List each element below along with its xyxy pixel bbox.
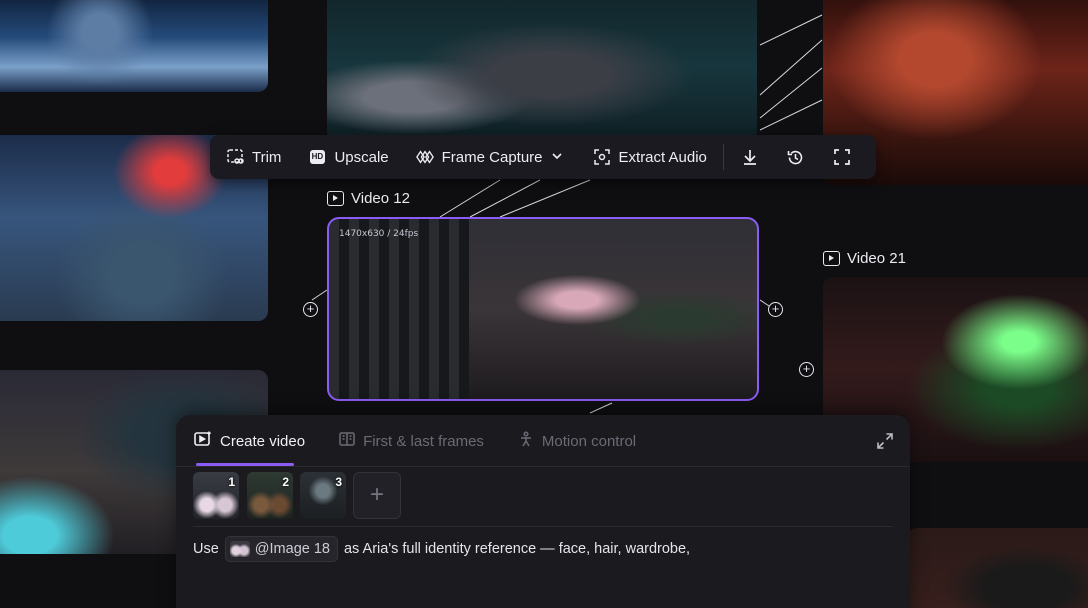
add-node-video-21-icon[interactable]: + [799,362,814,377]
add-node-left-icon[interactable]: + [303,302,318,317]
expand-icon[interactable] [876,432,894,450]
prompt-input[interactable]: Use @Image 18 as Aria's full identity re… [193,536,690,562]
video-toolbar: Trim HD Upscale Frame Capture Extract Au… [210,135,876,179]
image-tile-city[interactable] [0,0,268,92]
video-plus-icon [194,431,212,451]
download-icon[interactable] [740,147,760,167]
reference-thumbnail[interactable]: 1 [193,472,239,519]
add-reference-button[interactable]: + [353,472,401,519]
video-tile-12[interactable]: 1470x630 / 24fps [327,217,759,401]
panel-divider [176,466,910,467]
video-12-title: Video 12 [351,190,410,207]
tab-motion-control[interactable]: Motion control [518,431,636,451]
history-icon[interactable] [786,147,806,167]
chevron-down-icon [551,149,563,166]
trim-button[interactable]: Trim [226,135,281,179]
image-tile-robot-hands[interactable] [327,0,757,142]
frames-book-icon [339,431,355,451]
audio-capture-icon [593,148,611,166]
extract-audio-button[interactable]: Extract Audio [593,135,707,179]
prompt-divider [193,526,893,527]
video-icon [327,191,344,206]
video-21-title: Video 21 [847,250,906,267]
frames-icon [415,148,434,166]
fullscreen-icon[interactable] [832,147,852,167]
tab-create-video[interactable]: Create video [194,431,305,451]
create-panel: Create video First & last frames Motion … [176,415,910,608]
reference-thumbnail[interactable]: 2 [247,472,293,519]
video-12-label: Video 12 [327,190,410,207]
frame-capture-dropdown[interactable]: Frame Capture [415,135,563,179]
image-tile-bottom-right[interactable] [907,528,1088,608]
trim-icon [226,148,244,166]
add-node-right-icon[interactable]: + [768,302,783,317]
video-21-label: Video 21 [823,250,906,267]
video-12-meta: 1470x630 / 24fps [339,229,419,239]
upscale-button[interactable]: HD Upscale [308,135,389,179]
reference-thumbnail[interactable]: 3 [300,472,346,519]
image-mention-thumbnail [229,541,250,557]
toolbar-divider [722,144,724,170]
motion-figure-icon [518,431,534,451]
hd-icon: HD [308,148,326,166]
video-icon [823,251,840,266]
tab-first-last-frames[interactable]: First & last frames [339,431,484,451]
image-mention-chip[interactable]: @Image 18 [224,536,338,562]
